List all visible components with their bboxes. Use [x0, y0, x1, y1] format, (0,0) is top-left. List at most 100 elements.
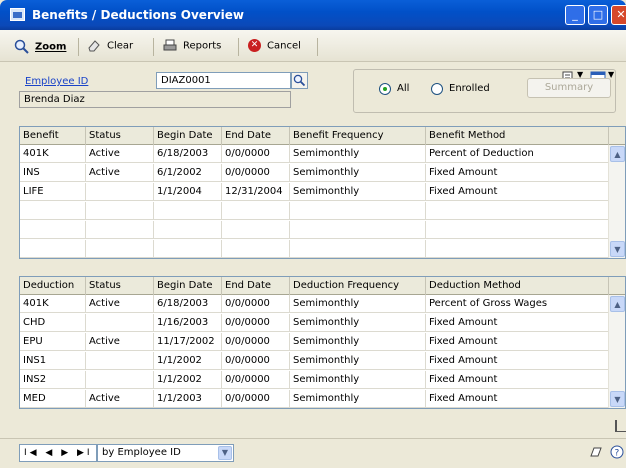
table-cell: 1/16/2003 — [154, 314, 222, 332]
minimize-button[interactable]: _ — [565, 5, 585, 25]
column-header[interactable]: Begin Date — [154, 277, 222, 295]
cancel-label: Cancel — [267, 40, 301, 52]
toolbar-separator — [153, 38, 154, 56]
sort-by-select[interactable]: by Employee ID ▼ — [97, 444, 234, 462]
column-header[interactable]: Status — [86, 127, 154, 145]
grid-header: Benefit Status Begin Date End Date Benefit F… — [20, 127, 625, 145]
table-row[interactable]: 401K Active 6/18/2003 0/0/0000 Semimonthly Pe… — [20, 145, 609, 163]
table-cell: Semimonthly — [290, 145, 426, 163]
table-cell: Active — [86, 333, 154, 351]
table-cell — [154, 221, 222, 239]
table-cell: 1/1/2004 — [154, 183, 222, 201]
window-icon — [10, 8, 25, 21]
table-row[interactable]: EPU Active 11/17/2002 0/0/0000 Semimonthly Fi… — [20, 333, 609, 351]
record-navigation[interactable]: I◀ ◀ ▶ ▶I — [19, 444, 97, 462]
column-header[interactable]: End Date — [222, 277, 290, 295]
benefits-grid[interactable]: Benefit Status Begin Date End Date Benefit F… — [19, 126, 626, 259]
table-row[interactable]: INS1 1/1/2002 0/0/0000 Semimonthly Fixed Amo… — [20, 352, 609, 370]
column-header[interactable]: End Date — [222, 127, 290, 145]
table-cell: Fixed Amount — [426, 333, 609, 351]
table-row[interactable]: INS2 1/1/2002 0/0/0000 Semimonthly Fixed Amo… — [20, 371, 609, 389]
radio-all[interactable] — [379, 83, 391, 95]
table-cell: Semimonthly — [290, 352, 426, 370]
table-cell: Percent of Deduction — [426, 145, 609, 163]
help-icon[interactable]: ? — [610, 445, 624, 459]
clear-button[interactable]: Clear — [87, 39, 133, 55]
table-cell: Percent of Gross Wages — [426, 295, 609, 313]
table-row[interactable] — [20, 221, 609, 239]
table-cell: INS — [20, 164, 86, 182]
table-row[interactable]: LIFE 1/1/2004 12/31/2004 Semimonthly Fixed A… — [20, 183, 609, 201]
table-cell: 0/0/0000 — [222, 164, 290, 182]
vertical-scrollbar[interactable]: ▲ ▼ — [608, 145, 625, 258]
table-cell — [86, 314, 154, 332]
chevron-down-icon[interactable]: ▼ — [218, 446, 232, 460]
cancel-button[interactable]: ✕ Cancel — [248, 39, 301, 55]
toolbar: Zoom Clear Reports ✕ Cancel ▼ ▼ — [0, 30, 626, 83]
column-header[interactable]: Benefit Frequency — [290, 127, 426, 145]
table-cell: 0/0/0000 — [222, 371, 290, 389]
employee-id-field[interactable]: DIAZ0001 — [156, 72, 291, 89]
table-row[interactable] — [20, 202, 609, 220]
employee-lookup-button[interactable] — [291, 72, 308, 89]
table-cell: MED — [20, 390, 86, 408]
radio-enrolled[interactable] — [431, 83, 443, 95]
reports-button[interactable]: Reports — [163, 39, 221, 55]
table-cell: CHD — [20, 314, 86, 332]
table-cell: Fixed Amount — [426, 314, 609, 332]
note-icon[interactable] — [588, 445, 604, 459]
table-cell: Active — [86, 390, 154, 408]
close-button[interactable]: ✕ — [611, 5, 626, 25]
maximize-button[interactable]: □ — [588, 5, 608, 25]
column-header[interactable]: Deduction — [20, 277, 86, 295]
summary-button[interactable]: Summary — [527, 78, 611, 98]
table-cell — [290, 240, 426, 258]
zoom-button[interactable]: Zoom — [14, 39, 66, 55]
table-cell: LIFE — [20, 183, 86, 201]
radio-enrolled-label[interactable]: Enrolled — [449, 83, 490, 94]
table-cell: Semimonthly — [290, 314, 426, 332]
table-cell: 1/1/2002 — [154, 371, 222, 389]
table-cell — [154, 240, 222, 258]
scroll-down-icon[interactable]: ▼ — [610, 241, 625, 257]
column-header[interactable]: Deduction Frequency — [290, 277, 426, 295]
column-header[interactable]: Benefit Method — [426, 127, 609, 145]
table-cell — [290, 202, 426, 220]
table-cell: Semimonthly — [290, 333, 426, 351]
table-cell: 0/0/0000 — [222, 314, 290, 332]
column-header[interactable]: Status — [86, 277, 154, 295]
table-cell — [86, 183, 154, 201]
column-header[interactable]: Benefit — [20, 127, 86, 145]
vertical-scrollbar[interactable]: ▲ ▼ — [608, 295, 625, 408]
table-row[interactable] — [20, 240, 609, 258]
table-cell: 6/18/2003 — [154, 145, 222, 163]
table-row[interactable]: INS Active 6/1/2002 0/0/0000 Semimonthly Fixe… — [20, 164, 609, 182]
table-cell: Semimonthly — [290, 164, 426, 182]
clear-label: Clear — [107, 40, 134, 52]
table-cell: Fixed Amount — [426, 371, 609, 389]
table-cell: 0/0/0000 — [222, 390, 290, 408]
table-cell: 0/0/0000 — [222, 145, 290, 163]
table-cell: Fixed Amount — [426, 164, 609, 182]
table-row[interactable]: CHD 1/16/2003 0/0/0000 Semimonthly Fixed Amo… — [20, 314, 609, 332]
table-cell: 1/1/2003 — [154, 390, 222, 408]
table-row[interactable]: 401K Active 6/18/2003 0/0/0000 Semimonthly Pe… — [20, 295, 609, 313]
table-cell: 6/1/2002 — [154, 164, 222, 182]
zoom-icon — [14, 39, 29, 54]
table-cell — [86, 240, 154, 258]
radio-all-label[interactable]: All — [397, 83, 409, 94]
table-cell: INS2 — [20, 371, 86, 389]
table-cell: Semimonthly — [290, 371, 426, 389]
printer-icon — [163, 39, 177, 51]
resize-grip-icon[interactable] — [615, 420, 626, 432]
column-header[interactable]: Begin Date — [154, 127, 222, 145]
scroll-up-icon[interactable]: ▲ — [610, 146, 625, 162]
table-cell — [290, 221, 426, 239]
employee-id-link[interactable]: Employee ID — [25, 76, 88, 87]
scroll-up-icon[interactable]: ▲ — [610, 296, 625, 312]
scroll-down-icon[interactable]: ▼ — [610, 391, 625, 407]
table-row[interactable]: MED Active 1/1/2003 0/0/0000 Semimonthly Fixe… — [20, 390, 609, 408]
title-bar: Benefits / Deductions Overview _ □ ✕ — [0, 0, 626, 30]
column-header[interactable]: Deduction Method — [426, 277, 609, 295]
deductions-grid[interactable]: Deduction Status Begin Date End Date Deducti… — [19, 276, 626, 409]
